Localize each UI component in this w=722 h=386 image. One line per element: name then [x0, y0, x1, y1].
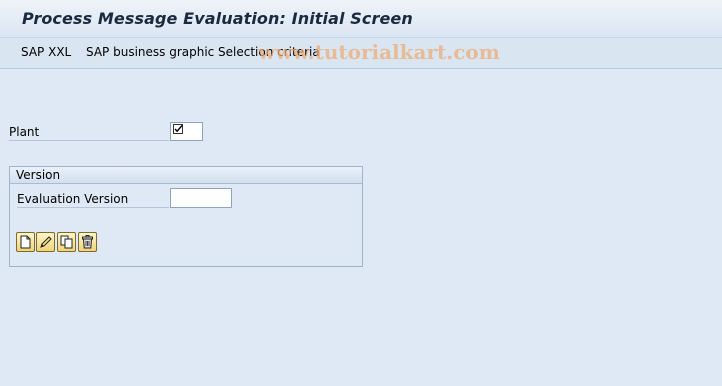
- change-button[interactable]: [36, 232, 55, 252]
- plant-field[interactable]: [170, 122, 203, 141]
- watermark: www.tutorialkart.com: [258, 40, 500, 64]
- create-button[interactable]: [16, 232, 35, 252]
- version-group: Version Evaluation Version: [9, 166, 363, 267]
- version-group-header: Version: [10, 167, 362, 184]
- change-icon: [40, 236, 52, 248]
- checkbox-icon: [173, 124, 183, 134]
- delete-icon: [82, 235, 93, 249]
- copy-icon: [60, 235, 73, 249]
- plant-label: Plant: [9, 125, 169, 141]
- delete-button[interactable]: [78, 232, 97, 252]
- sap-xxl-button[interactable]: SAP XXL: [21, 45, 71, 59]
- evaluation-version-field[interactable]: [170, 188, 232, 208]
- sap-business-graphic-button[interactable]: SAP business graphic: [86, 45, 214, 59]
- title-bar: Process Message Evaluation: Initial Scre…: [0, 0, 722, 38]
- create-icon: [20, 235, 31, 249]
- copy-button[interactable]: [57, 232, 76, 252]
- page-title: Process Message Evaluation: Initial Scre…: [22, 9, 413, 28]
- evaluation-version-label: Evaluation Version: [17, 192, 169, 208]
- version-group-title: Version: [16, 168, 61, 182]
